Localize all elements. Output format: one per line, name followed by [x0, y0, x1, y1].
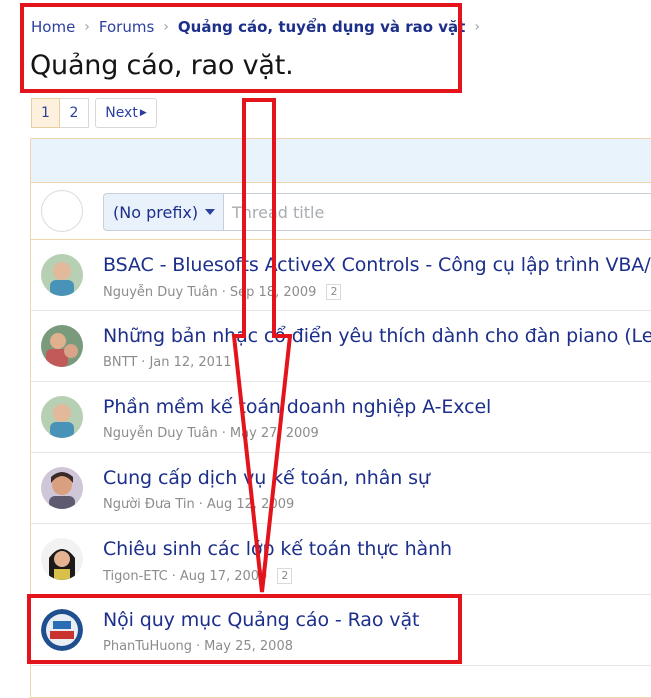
new-thread-row: (No prefix): [31, 183, 651, 240]
thread-title[interactable]: Những bản nhạc cổ điển yêu thích dành ch…: [103, 325, 651, 347]
meta-separator: ·: [221, 426, 226, 441]
thread-title[interactable]: Phần mềm kế toán doanh nghiệp A-Excel: [103, 396, 491, 418]
thread-meta: Nguyễn Duy Tuân · Sep 18, 2009 2: [103, 284, 342, 300]
thread-date[interactable]: Sep 18, 2009: [230, 285, 317, 300]
meta-separator: ·: [171, 568, 176, 584]
avatar[interactable]: [41, 538, 83, 580]
thread-row: Những bản nhạc cổ điển yêu thích dành ch…: [31, 311, 651, 382]
thread-date[interactable]: Aug 12, 2009: [207, 497, 294, 512]
avatar[interactable]: [41, 254, 83, 296]
thread-page-link[interactable]: 2: [326, 284, 342, 300]
prefix-value: (No prefix): [113, 202, 199, 222]
thread-meta: BNTT · Jan 12, 2011: [103, 355, 232, 370]
thread-meta: Nguyễn Duy Tuân · May 27, 2009: [103, 426, 319, 441]
thread-author[interactable]: Tigon-ETC: [103, 569, 168, 584]
pagination: 1 2 Next ▶: [31, 98, 157, 128]
thread-row: Phần mềm kế toán doanh nghiệp A-Excel Ng…: [31, 382, 651, 453]
avatar-placeholder: [41, 190, 83, 232]
meta-separator: ·: [198, 497, 203, 512]
thread-date[interactable]: Aug 17, 2009: [180, 569, 267, 584]
annotation-box-header: [20, 3, 462, 93]
thread-meta: Tigon-ETC · Aug 17, 2009 2: [103, 568, 293, 584]
thread-date[interactable]: Jan 12, 2011: [149, 355, 231, 370]
thread-row: BSAC - Bluesofts ActiveX Controls - Công…: [31, 240, 651, 311]
thread-title[interactable]: Chiêu sinh các lớp kế toán thực hành: [103, 538, 452, 560]
meta-separator: ·: [141, 355, 146, 370]
thread-page-link[interactable]: 2: [277, 568, 293, 584]
thread-meta: Người Đưa Tin · Aug 12, 2009: [103, 497, 294, 512]
thread-author[interactable]: Nguyễn Duy Tuân: [103, 426, 218, 441]
caret-right-icon: ▶: [139, 108, 147, 118]
next-label: Next: [105, 105, 138, 121]
meta-separator: ·: [221, 284, 226, 300]
annotation-box-target-thread: [27, 594, 462, 664]
caret-down-icon: [205, 209, 215, 215]
avatar[interactable]: [41, 467, 83, 509]
thread-row: Cung cấp dịch vụ kế toán, nhân sự Người …: [31, 453, 651, 524]
thread-list-header: [31, 139, 651, 183]
prefix-select[interactable]: (No prefix): [103, 193, 223, 231]
thread-title[interactable]: BSAC - Bluesofts ActiveX Controls - Công…: [103, 254, 651, 276]
next-page-button[interactable]: Next ▶: [95, 98, 157, 128]
thread-title-input[interactable]: [223, 193, 651, 231]
thread-author[interactable]: Nguyễn Duy Tuân: [103, 285, 218, 300]
chevron-right-icon: ›: [474, 19, 480, 35]
thread-date[interactable]: May 27, 2009: [230, 426, 319, 441]
page-1-button[interactable]: 1: [31, 98, 60, 128]
thread-author[interactable]: BNTT: [103, 355, 137, 370]
thread-row: Chiêu sinh các lớp kế toán thực hành Tig…: [31, 524, 651, 595]
thread-title[interactable]: Cung cấp dịch vụ kế toán, nhân sự: [103, 467, 430, 489]
avatar[interactable]: [41, 396, 83, 438]
avatar[interactable]: [41, 325, 83, 367]
thread-author[interactable]: Người Đưa Tin: [103, 497, 195, 512]
page-2-button[interactable]: 2: [60, 98, 89, 128]
